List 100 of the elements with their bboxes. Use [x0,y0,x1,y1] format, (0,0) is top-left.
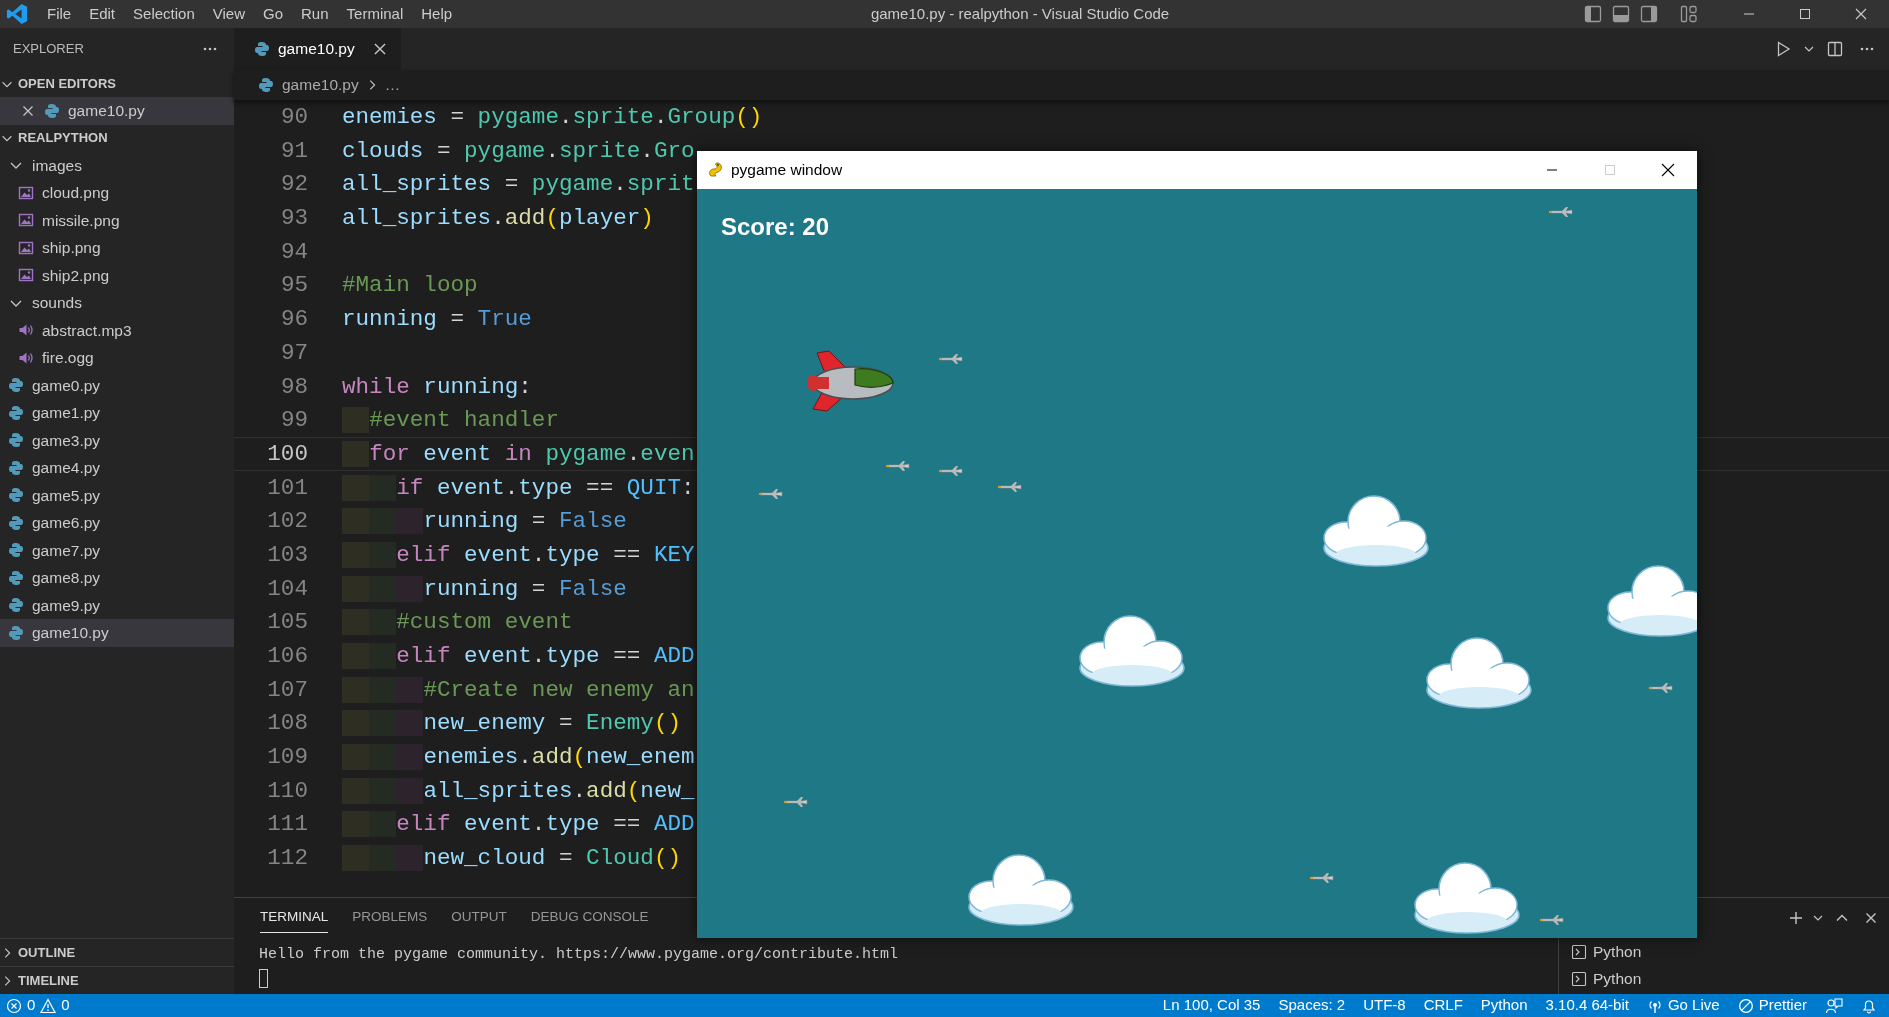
panel-tab[interactable]: OUTPUT [451,903,507,933]
python-file-icon [8,569,24,586]
panel-tab[interactable]: PROBLEMS [352,903,428,933]
terminal-item[interactable]: Python [1559,965,1648,992]
tree-item[interactable]: game8.py [0,564,234,592]
line-number: 95 [279,271,309,301]
status-item[interactable]: Python [1471,994,1537,1017]
status-item[interactable]: Prettier [1728,994,1816,1017]
status-item[interactable]: UTF-8 [1354,994,1415,1017]
close-icon[interactable] [1660,162,1676,178]
plus-icon[interactable] [1788,910,1804,926]
prohibited-icon [1737,997,1754,1014]
missile-drawing [996,481,1022,493]
warning-icon [40,997,57,1014]
status-item[interactable]: CRLF [1414,994,1472,1017]
status-item[interactable]: Go Live [1637,994,1729,1017]
tree-item[interactable]: ship2.png [0,261,234,289]
tree-item[interactable]: game10.py [0,619,234,647]
line-number: 92 [279,170,309,200]
line-number: 101 [266,473,309,503]
open-editor-item[interactable]: game10.py [0,97,234,125]
folder-tree-item[interactable]: sounds [0,289,234,317]
line-number: 108 [266,709,309,739]
code-line: elif event.type == ADD [342,640,695,672]
sidebar-title: EXPLORER [13,40,84,59]
code-line: enemies = pygame.sprite.Group() [342,103,763,132]
split-editor-icon[interactable] [1826,40,1844,58]
section-header[interactable]: TIMELINE [0,967,234,994]
tree-item[interactable]: missile.png [0,206,234,234]
python-file-icon [44,102,60,119]
tree-item[interactable]: fire.ogg [0,344,234,372]
python-file-icon [8,542,24,559]
python-file-icon [8,487,24,504]
tree-item[interactable]: game7.py [0,536,234,564]
menu-item[interactable]: Run [292,2,338,26]
panel-tab[interactable]: DEBUG CONSOLE [530,903,649,933]
sidebar-layout-icon[interactable] [1583,4,1603,24]
panel-layout-icon[interactable] [1611,4,1631,24]
editor-tab[interactable]: game10.py [234,28,401,70]
error-icon [6,997,22,1014]
terminal-output: Hello from the pygame community. https://www.pygame.org/contribute.html [259,945,900,965]
code-line: for event in pygame.even [342,437,695,470]
section-header[interactable]: OPEN EDITORS [0,70,234,97]
menu-item[interactable]: View [203,2,254,26]
tree-item[interactable]: game0.py [0,371,234,399]
terminal-item[interactable]: Python [1559,938,1648,965]
tree-item[interactable]: game1.py [0,399,234,427]
tree-item[interactable]: game4.py [0,454,234,482]
breadcrumb-item[interactable]: … [384,73,401,97]
status-item[interactable]: Spaces: 2 [1269,994,1355,1017]
menu-item[interactable]: Edit [80,2,125,26]
line-number: 106 [266,642,309,671]
image-file-icon [18,239,34,256]
code-line: if event.type == QUIT: [342,471,695,504]
breadcrumb-item[interactable]: game10.py [258,73,359,97]
code-line: while running: [342,372,532,402]
status-item[interactable]: 3.10.4 64-bit [1536,994,1638,1017]
menu-item[interactable]: Terminal [337,2,413,26]
code-line: #custom event [342,606,573,638]
menu-item[interactable]: Help [412,2,462,26]
tree-item[interactable]: cloud.png [0,179,234,207]
tree-item[interactable]: game5.py [0,481,234,509]
line-number: 104 [266,574,309,604]
code-line: new_cloud = Cloud() [342,842,681,874]
line-number: 110 [266,776,309,806]
tree-item[interactable]: game6.py [0,509,234,537]
line-number: 99 [279,406,309,436]
maximize-icon[interactable] [1797,6,1813,22]
code-line: enemies.add(new_enem [342,741,695,773]
python-file-icon [8,377,24,394]
code-line: running = True [342,305,532,335]
menu-item[interactable]: Go [254,2,292,26]
customize-layout-icon[interactable] [1679,4,1699,24]
close-icon[interactable] [1853,6,1869,22]
tree-item[interactable]: game3.py [0,426,234,454]
feedback-icon[interactable] [1825,996,1843,1015]
code-line: running = False [342,505,627,537]
line-number: 90 [279,103,309,132]
line-number: 94 [279,237,309,267]
snake-icon [707,161,725,179]
bell-icon[interactable] [1861,997,1877,1014]
tree-item[interactable]: ship.png [0,234,234,262]
code-line: all_sprites.add(new_ [342,774,695,807]
terminal-icon [1571,943,1587,960]
folder-tree-item[interactable]: images [0,151,234,179]
tree-item[interactable]: game9.py [0,591,234,619]
section-header[interactable]: OUTLINE [0,939,234,966]
missile-drawing [884,460,910,472]
terminal-cursor [259,968,268,988]
menu-item[interactable]: File [38,2,81,26]
panel-tab[interactable]: TERMINAL [260,903,329,933]
problems-button[interactable]: 0 0 [0,994,79,1017]
line-number: 91 [279,136,309,166]
secondary-sidebar-icon[interactable] [1639,4,1659,24]
code-line: running = False [342,572,627,605]
section-header[interactable]: REALPYTHON [0,124,234,152]
status-item[interactable]: Ln 100, Col 35 [1153,994,1270,1017]
tree-item[interactable]: abstract.mp3 [0,316,234,344]
missile-drawing [782,796,808,808]
menu-item[interactable]: Selection [124,2,204,26]
